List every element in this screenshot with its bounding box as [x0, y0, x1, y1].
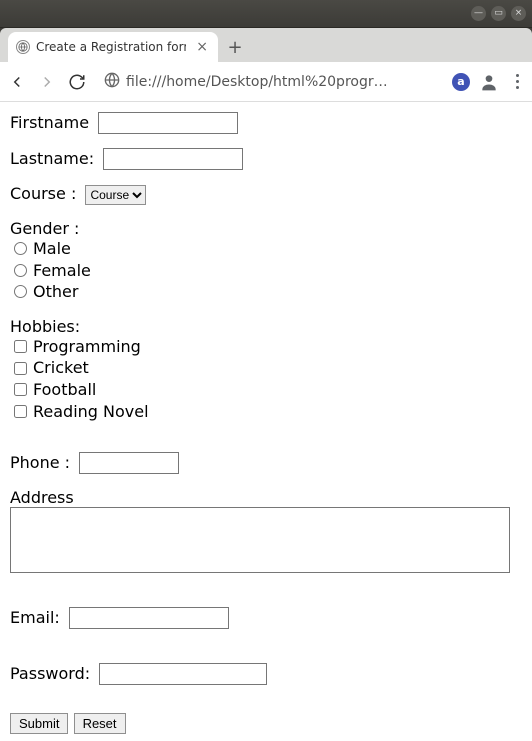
close-icon[interactable]: × [196, 39, 208, 55]
phone-label: Phone : [10, 453, 70, 472]
address-textarea[interactable] [10, 507, 510, 573]
phone-row: Phone : [10, 452, 522, 474]
hobby-option-reading: Reading Novel [10, 401, 522, 423]
firstname-label: Firstname [10, 113, 89, 132]
submit-button[interactable]: Submit [10, 713, 68, 734]
address-label: Address [10, 488, 522, 507]
phone-input[interactable] [79, 452, 179, 474]
firstname-input[interactable] [98, 112, 238, 134]
gender-radio-female[interactable] [14, 264, 27, 277]
hobby-option-cricket: Cricket [10, 357, 522, 379]
back-button[interactable] [6, 71, 28, 93]
hobby-checkbox-football[interactable] [14, 383, 27, 396]
gender-option-label: Female [33, 260, 91, 282]
reset-button[interactable]: Reset [74, 713, 126, 734]
gender-option-other: Other [10, 281, 522, 303]
tab-title: Create a Registration form [36, 40, 186, 54]
email-row: Email: [10, 607, 522, 629]
course-row: Course : Course [10, 184, 522, 205]
hobby-option-label: Programming [33, 336, 141, 358]
extension-icon[interactable]: a [452, 73, 470, 91]
gender-label: Gender : [10, 219, 522, 238]
menu-icon[interactable] [508, 71, 526, 93]
gender-radio-other[interactable] [14, 285, 27, 298]
gender-radio-male[interactable] [14, 242, 27, 255]
hobby-option-label: Cricket [33, 357, 89, 379]
globe-icon [16, 40, 30, 54]
gender-option-male: Male [10, 238, 522, 260]
url-text: file:///home/Desktop/html%20progr… [126, 74, 388, 90]
window-maximize-button[interactable]: ▭ [491, 6, 506, 21]
lastname-row: Lastname: [10, 148, 522, 170]
password-row: Password: [10, 663, 522, 685]
address-bar[interactable]: file:///home/Desktop/html%20progr… [96, 68, 444, 96]
hobby-checkbox-cricket[interactable] [14, 362, 27, 375]
window-titlebar: — ▭ × [0, 0, 532, 28]
tab-strip: Create a Registration form × + [0, 28, 532, 62]
window-minimize-button[interactable]: — [471, 6, 486, 21]
password-label: Password: [10, 664, 90, 683]
course-select[interactable]: Course [85, 185, 146, 205]
lastname-input[interactable] [103, 148, 243, 170]
hobbies-label: Hobbies: [10, 317, 522, 336]
hobby-checkbox-programming[interactable] [14, 340, 27, 353]
hobby-option-label: Football [33, 379, 96, 401]
hobby-option-label: Reading Novel [33, 401, 149, 423]
window-close-button[interactable]: × [511, 6, 526, 21]
password-input[interactable] [99, 663, 267, 685]
browser-tab[interactable]: Create a Registration form × [8, 32, 218, 62]
new-tab-button[interactable]: + [222, 34, 248, 60]
lastname-label: Lastname: [10, 149, 94, 168]
course-label: Course : [10, 184, 76, 203]
email-label: Email: [10, 608, 60, 627]
gender-option-female: Female [10, 260, 522, 282]
reload-button[interactable] [66, 71, 88, 93]
browser-toolbar: file:///home/Desktop/html%20progr… a [0, 62, 532, 102]
browser-window: — ▭ × Create a Registration form × + fil… [0, 0, 532, 741]
email-input[interactable] [69, 607, 229, 629]
forward-button[interactable] [36, 71, 58, 93]
gender-option-label: Male [33, 238, 71, 260]
page-content: Firstname Lastname: Course : Course Gend… [0, 102, 532, 741]
gender-option-label: Other [33, 281, 78, 303]
hobby-checkbox-reading[interactable] [14, 405, 27, 418]
hobby-option-football: Football [10, 379, 522, 401]
hobby-option-programming: Programming [10, 336, 522, 358]
firstname-row: Firstname [10, 112, 522, 134]
globe-icon [104, 72, 120, 92]
profile-icon[interactable] [478, 71, 500, 93]
